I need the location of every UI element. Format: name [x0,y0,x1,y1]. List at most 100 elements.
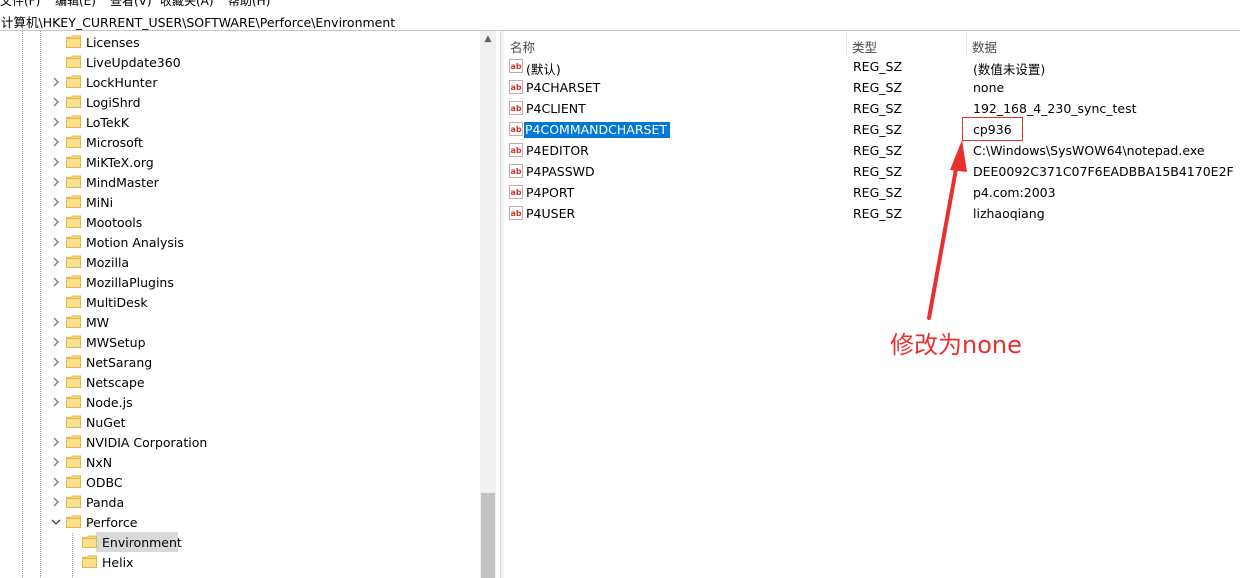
registry-tree: Licenses LiveUpdate360 LockHunter LogiShrd L… [0,31,480,578]
folder-icon [66,195,81,208]
folder-icon [82,555,97,568]
chevron-right-icon[interactable] [50,176,62,188]
chevron-right-icon[interactable] [50,96,62,108]
tree-node[interactable]: Netscape [0,372,480,392]
chevron-right-icon[interactable] [50,136,62,148]
chevron-right-icon[interactable] [50,216,62,228]
tree-node[interactable]: Mozilla [0,252,480,272]
tree-scrollbar[interactable]: ▲ [480,31,496,578]
chevron-right-icon[interactable] [50,496,62,508]
registry-value-row[interactable]: ab P4COMMANDCHARSET REG_SZ cp936 [504,119,1240,140]
chevron-right-icon[interactable] [50,196,62,208]
tree-node[interactable]: NVIDIA Corporation [0,432,480,452]
tree-node-label: Licenses [86,35,140,50]
tree-node[interactable]: LockHunter [0,72,480,92]
folder-icon [66,375,81,388]
registry-value-row[interactable]: ab P4CHARSET REG_SZ none [504,77,1240,98]
tree-node[interactable]: LogiShrd [0,92,480,112]
folder-icon [66,395,81,408]
tree-node[interactable]: MWSetup [0,332,480,352]
value-type: REG_SZ [853,80,903,95]
tree-node[interactable]: Perforce [0,512,480,532]
value-name: P4EDITOR [526,143,589,158]
value-type: REG_SZ [853,59,903,74]
registry-value-row[interactable]: ab P4PASSWD REG_SZ DEE0092C371C07F6EADBBA15… [504,161,1240,182]
value-type: REG_SZ [853,164,903,179]
column-type-header[interactable]: 类型 [852,37,877,56]
tree-node-label: Microsoft [86,135,143,150]
tree-node[interactable]: MiNi [0,192,480,212]
reg-sz-ab-icon: ab [509,143,523,157]
chevron-right-icon[interactable] [50,76,62,88]
value-type: REG_SZ [853,143,903,158]
tree-node-child[interactable]: Environment [0,532,480,552]
tree-node-child[interactable]: Helix [0,552,480,572]
chevron-right-icon[interactable] [50,276,62,288]
tree-node-label: Mootools [86,215,143,230]
column-data-header[interactable]: 数据 [972,37,997,56]
tree-node[interactable]: Licenses [0,32,480,52]
chevron-right-icon[interactable] [50,316,62,328]
svg-text:ab: ab [511,62,522,71]
tree-node-label: LogiShrd [86,95,141,110]
tree-node-label: NVIDIA Corporation [86,435,208,450]
registry-value-row[interactable]: ab P4PORT REG_SZ p4.com:2003 [504,182,1240,203]
tree-node[interactable]: ODBC [0,472,480,492]
chevron-right-icon[interactable] [50,356,62,368]
folder-icon [66,235,81,248]
address-path: 计算机\HKEY_CURRENT_USER\SOFTWARE\Perforce\… [1,15,396,30]
registry-value-row[interactable]: ab P4USER REG_SZ lizhaoqiang [504,203,1240,224]
folder-icon [66,455,81,468]
address-bar[interactable]: 计算机\HKEY_CURRENT_USER\SOFTWARE\Perforce\… [0,8,1240,31]
tree-node[interactable]: MW [0,312,480,332]
column-name-header[interactable]: 名称 [510,37,535,56]
tree-node[interactable]: Node.js [0,392,480,412]
chevron-right-icon[interactable] [50,396,62,408]
tree-node[interactable]: NetSarang [0,352,480,372]
chevron-right-icon[interactable] [50,256,62,268]
tree-node[interactable]: LoTekK [0,112,480,132]
folder-icon [82,535,97,548]
tree-node-label: MWSetup [86,335,146,350]
tree-node[interactable]: NxN [0,452,480,472]
value-data: lizhaoqiang [973,206,1045,221]
svg-text:ab: ab [511,188,522,197]
folder-icon [66,115,81,128]
tree-node[interactable]: MiKTeX.org [0,152,480,172]
chevron-right-icon[interactable] [50,116,62,128]
tree-node[interactable]: LiveUpdate360 [0,52,480,72]
tree-node[interactable]: Mootools [0,212,480,232]
column-divider[interactable] [966,31,967,55]
chevron-right-icon[interactable] [50,456,62,468]
tree-node[interactable]: MindMaster [0,172,480,192]
chevron-right-icon[interactable] [50,476,62,488]
tree-node-label: MiNi [86,195,114,210]
tree-node-label: MultiDesk [86,295,148,310]
folder-icon [66,315,81,328]
registry-value-row[interactable]: ab P4CLIENT REG_SZ 192_168_4_230_sync_test [504,98,1240,119]
scrollbar-thumb[interactable] [481,493,495,578]
tree-node[interactable]: Panda [0,492,480,512]
value-type: REG_SZ [853,101,903,116]
tree-node[interactable]: NuGet [0,412,480,432]
tree-node[interactable]: Motion Analysis [0,232,480,252]
chevron-right-icon[interactable] [50,376,62,388]
registry-value-row[interactable]: ab P4EDITOR REG_SZ C:\Windows\SysWOW64\note… [504,140,1240,161]
chevron-right-icon[interactable] [50,436,62,448]
column-header: 名称 类型 数据 [504,31,1240,55]
column-divider[interactable] [846,31,847,55]
tree-node[interactable]: MozillaPlugins [0,272,480,292]
folder-icon [66,255,81,268]
registry-value-row[interactable]: ab (默认) REG_SZ (数值未设置) [504,56,1240,77]
scroll-up-icon[interactable]: ▲ [480,31,496,47]
chevron-right-icon[interactable] [50,236,62,248]
values-pane: 名称 类型 数据 ab (默认) REG_SZ (数值未设置) ab P4CHARSET R… [504,31,1240,578]
chevron-right-icon[interactable] [50,156,62,168]
chevron-right-icon[interactable] [50,336,62,348]
chevron-down-icon[interactable] [50,516,62,528]
tree-node[interactable]: Microsoft [0,132,480,152]
tree-node[interactable]: MultiDesk [0,292,480,312]
svg-text:ab: ab [511,83,522,92]
